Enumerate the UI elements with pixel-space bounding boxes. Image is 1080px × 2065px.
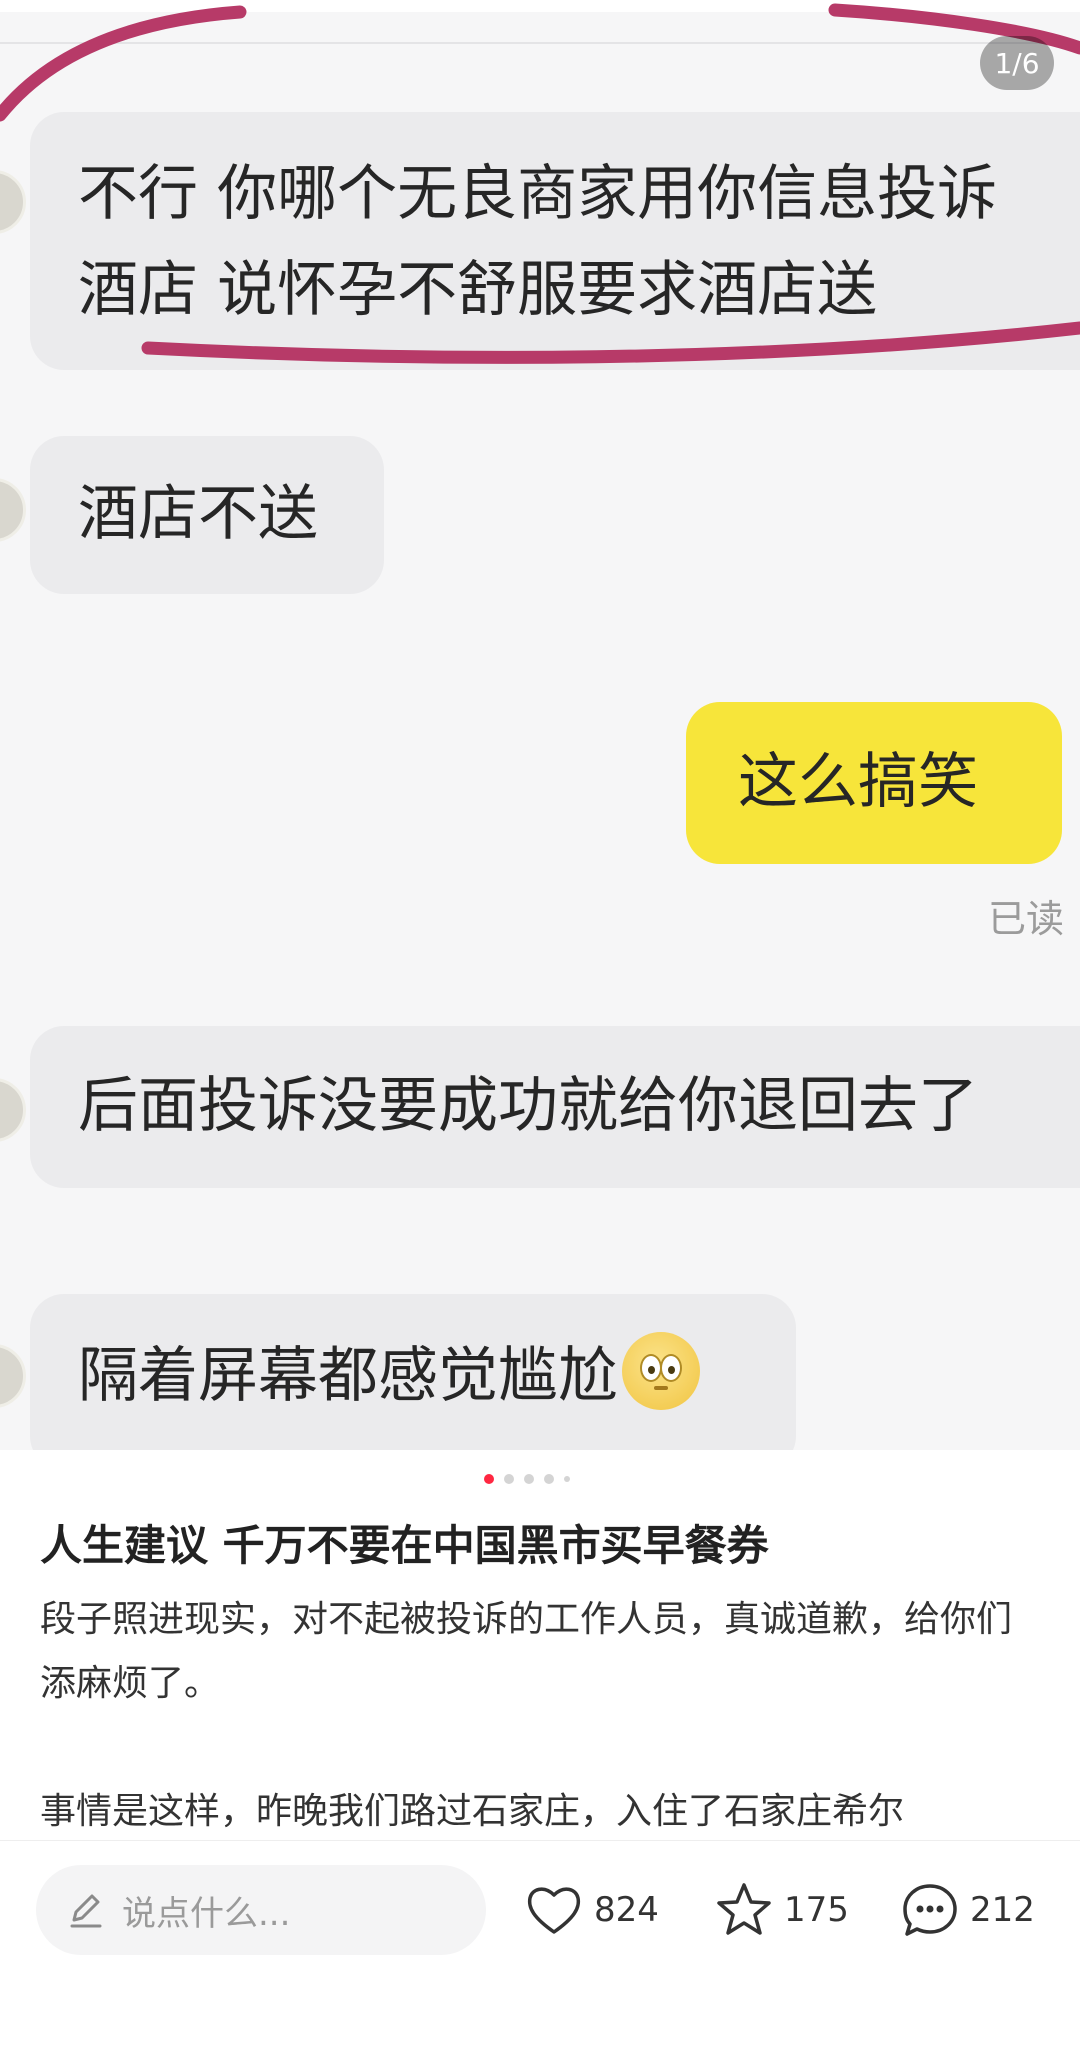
message-bubble-5: 隔着屏幕都感觉尴尬 bbox=[30, 1294, 796, 1450]
bottom-action-bar: 说点什么... 824 175 212 bbox=[0, 1840, 1080, 2065]
carousel-dot[interactable] bbox=[504, 1474, 514, 1484]
heart-icon bbox=[527, 1887, 581, 1934]
comment-count: 212 bbox=[970, 1890, 1035, 1930]
avatar bbox=[0, 1078, 26, 1142]
avatar bbox=[0, 1344, 26, 1408]
post-body: 段子照进现实，对不起被投诉的工作人员，真诚道歉，给你们添麻烦了。 事情是这样，昨… bbox=[40, 1588, 1040, 1844]
message-bubble-2: 酒店不送 bbox=[30, 436, 384, 594]
favorite-button[interactable]: 175 bbox=[714, 1865, 849, 1955]
image-counter: 1/6 bbox=[980, 36, 1054, 90]
comment-button[interactable]: 212 bbox=[900, 1865, 1035, 1955]
carousel-dot[interactable] bbox=[544, 1474, 554, 1484]
read-status: 已读 bbox=[987, 897, 1064, 941]
flushed-face-emoji-icon bbox=[622, 1332, 700, 1410]
post-paragraph: 事情是这样，昨晚我们路过石家庄，入住了石家庄希尔 bbox=[40, 1791, 905, 1832]
carousel-dot[interactable] bbox=[564, 1476, 570, 1482]
comment-input[interactable]: 说点什么... bbox=[36, 1865, 486, 1955]
comment-icon bbox=[903, 1884, 957, 1936]
post-paragraph: 段子照进现实，对不起被投诉的工作人员，真诚道歉，给你们添麻烦了。 bbox=[40, 1599, 1013, 1704]
red-circle-annotation bbox=[0, 3, 1080, 364]
message-5-text: 隔着屏幕都感觉尴尬 bbox=[78, 1341, 618, 1411]
message-bubble-4: 后面投诉没要成功就给你退回去了 bbox=[30, 1026, 1080, 1188]
like-count: 824 bbox=[594, 1890, 659, 1930]
message-bubble-3: 这么搞笑 bbox=[686, 702, 1062, 864]
carousel-dot-active[interactable] bbox=[484, 1474, 494, 1484]
avatar bbox=[0, 478, 26, 542]
post-image[interactable]: 不行 你哪个无良商家用你信息投诉 酒店 说怀孕不舒服要求酒店送 酒店不送 这么搞… bbox=[0, 0, 1080, 1450]
carousel-indicator[interactable] bbox=[484, 1474, 570, 1484]
favorite-count: 175 bbox=[784, 1890, 849, 1930]
star-icon bbox=[717, 1883, 771, 1935]
like-button[interactable]: 824 bbox=[524, 1865, 659, 1955]
carousel-dot[interactable] bbox=[524, 1474, 534, 1484]
comment-placeholder: 说点什么... bbox=[122, 1893, 291, 1934]
pencil-icon bbox=[70, 1894, 102, 1928]
post-title: 人生建议 千万不要在中国黑市买早餐券 bbox=[40, 1521, 769, 1570]
